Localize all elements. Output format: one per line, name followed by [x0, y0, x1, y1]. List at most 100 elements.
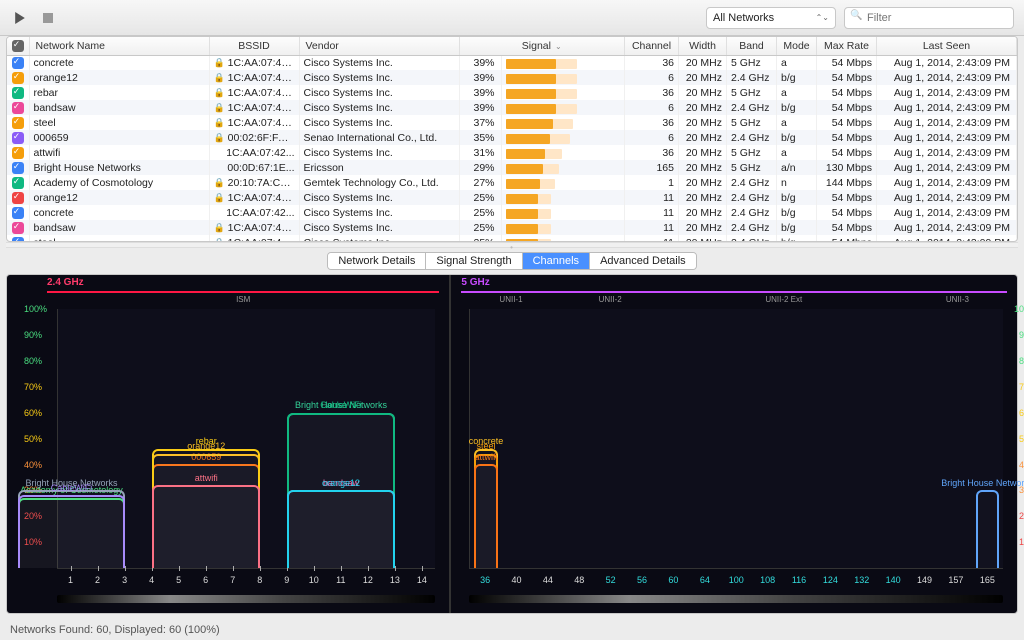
cell-vendor: Cisco Systems Inc.	[299, 190, 459, 205]
cell-signal-bar	[501, 145, 625, 160]
table-row[interactable]: Bright House Networks00:0D:67:1E...Erics…	[7, 160, 1017, 175]
y-tick: 50%	[24, 434, 42, 444]
x-tick: 12	[354, 575, 381, 585]
table-row[interactable]: rebar🔒 1C:AA:07:42...Cisco Systems Inc.3…	[7, 85, 1017, 100]
cell-rate: 54 Mbps	[817, 130, 877, 145]
lock-icon: 🔒	[214, 117, 225, 127]
filter-input[interactable]	[844, 7, 1014, 29]
tab-signal-strength[interactable]: Signal Strength	[426, 253, 522, 269]
cell-mode: a	[777, 85, 817, 100]
cell-signal-pct: 31%	[459, 145, 501, 160]
table-row[interactable]: steel🔒 1C:AA:07:42...Cisco Systems Inc.2…	[7, 235, 1017, 242]
split-gripper[interactable]: •	[6, 242, 1018, 248]
table-row[interactable]: steel🔒 1C:AA:07:42...Cisco Systems Inc.3…	[7, 115, 1017, 130]
network-filter-select[interactable]: All Networks	[706, 7, 836, 29]
row-checkbox[interactable]	[12, 147, 24, 159]
band-line-5	[461, 291, 1007, 293]
col-network-name[interactable]: Network Name	[29, 37, 209, 55]
band-label-5: 5 GHz	[461, 277, 489, 288]
cell-vendor: Ericsson	[299, 160, 459, 175]
row-checkbox[interactable]	[12, 72, 24, 84]
cell-band: 2.4 GHz	[727, 220, 777, 235]
network-label: rebar	[196, 436, 217, 446]
cell-bssid: 🔒 1C:AA:07:42...	[209, 100, 299, 115]
row-checkbox[interactable]	[12, 222, 24, 234]
cell-bssid: 🔒 20:10:7A:CC...	[209, 175, 299, 190]
cell-lastseen: Aug 1, 2014, 2:43:09 PM	[877, 145, 1017, 160]
x-tick: 4	[138, 575, 165, 585]
network-shape[interactable]	[474, 464, 497, 568]
col-mode[interactable]: Mode	[777, 37, 817, 55]
cell-rate: 54 Mbps	[817, 235, 877, 242]
cell-bssid: 🔒 1C:AA:07:42...	[209, 85, 299, 100]
table-row[interactable]: concrete1C:AA:07:42...Cisco Systems Inc.…	[7, 205, 1017, 220]
col-check[interactable]	[7, 37, 29, 55]
col-lastseen[interactable]: Last Seen	[877, 37, 1017, 55]
col-maxrate[interactable]: Max Rate	[817, 37, 877, 55]
cell-signal-bar	[501, 235, 625, 242]
y-tick: 40%	[1019, 460, 1024, 470]
cell-bssid: 00:0D:67:1E...	[209, 160, 299, 175]
sub-unii3: UNII-3	[908, 295, 1007, 304]
table-row[interactable]: 000659🔒 00:02:6F:FA:...Senao Internation…	[7, 130, 1017, 145]
x-tick: 8	[246, 575, 273, 585]
cell-bssid: 🔒 1C:AA:07:42...	[209, 55, 299, 70]
network-shape[interactable]	[976, 490, 999, 568]
y-tick: 20%	[1019, 511, 1024, 521]
col-bssid[interactable]: BSSID	[209, 37, 299, 55]
cell-channel: 6	[625, 70, 679, 85]
col-signal[interactable]: Signal⌄	[459, 37, 625, 55]
row-checkbox[interactable]	[12, 132, 24, 144]
network-shape[interactable]	[152, 485, 260, 568]
cell-rate: 54 Mbps	[817, 100, 877, 115]
network-label: steel	[477, 441, 496, 451]
cell-signal-bar	[501, 55, 625, 70]
play-button[interactable]	[10, 8, 30, 28]
cell-signal-pct: 25%	[459, 235, 501, 242]
cell-bssid: 🔒 1C:AA:07:42...	[209, 220, 299, 235]
cell-lastseen: Aug 1, 2014, 2:43:09 PM	[877, 55, 1017, 70]
table-row[interactable]: Academy of Cosmotology🔒 20:10:7A:CC...Ge…	[7, 175, 1017, 190]
table-row[interactable]: attwifi1C:AA:07:42...Cisco Systems Inc.3…	[7, 145, 1017, 160]
table-row[interactable]: concrete🔒 1C:AA:07:42...Cisco Systems In…	[7, 55, 1017, 70]
cell-width: 20 MHz	[679, 55, 727, 70]
row-checkbox[interactable]	[12, 117, 24, 129]
cell-width: 20 MHz	[679, 130, 727, 145]
col-width[interactable]: Width	[679, 37, 727, 55]
row-checkbox[interactable]	[12, 162, 24, 174]
tab-channels[interactable]: Channels	[523, 253, 590, 269]
row-checkbox[interactable]	[12, 177, 24, 189]
col-channel[interactable]: Channel	[625, 37, 679, 55]
panel-2-4ghz: 2.4 GHz ISM 100%90%80%70%60%50%40%30%20%…	[7, 275, 451, 613]
row-checkbox[interactable]	[12, 87, 24, 99]
stop-button[interactable]	[38, 8, 58, 28]
x-tick: 40	[501, 575, 532, 585]
row-checkbox[interactable]	[12, 57, 24, 69]
table-row[interactable]: bandsaw🔒 1C:AA:07:42...Cisco Systems Inc…	[7, 100, 1017, 115]
cell-signal-bar	[501, 220, 625, 235]
cell-name: Academy of Cosmotology	[29, 175, 209, 190]
cell-band: 5 GHz	[727, 85, 777, 100]
tab-advanced-details[interactable]: Advanced Details	[590, 253, 696, 269]
cell-rate: 54 Mbps	[817, 70, 877, 85]
band-line-24	[47, 291, 439, 293]
x-tick: 64	[689, 575, 720, 585]
plot-5: 100%90%80%70%60%50%40%30%20%10%concretes…	[469, 309, 1003, 569]
row-checkbox[interactable]	[12, 102, 24, 114]
x-tick: 2	[84, 575, 111, 585]
table-row[interactable]: orange12🔒 1C:AA:07:42...Cisco Systems In…	[7, 70, 1017, 85]
row-checkbox[interactable]	[12, 192, 24, 204]
network-filter-value: All Networks	[713, 12, 774, 24]
cell-mode: b/g	[777, 235, 817, 242]
table-row[interactable]: bandsaw🔒 1C:AA:07:42...Cisco Systems Inc…	[7, 220, 1017, 235]
tab-network-details[interactable]: Network Details	[328, 253, 426, 269]
col-vendor[interactable]: Vendor	[299, 37, 459, 55]
network-shape[interactable]	[18, 495, 126, 568]
lock-icon: 🔒	[214, 102, 225, 112]
col-band[interactable]: Band	[727, 37, 777, 55]
row-checkbox[interactable]	[12, 207, 24, 219]
network-shape[interactable]	[287, 490, 395, 568]
cell-lastseen: Aug 1, 2014, 2:43:09 PM	[877, 70, 1017, 85]
cell-signal-bar	[501, 205, 625, 220]
table-row[interactable]: orange12🔒 1C:AA:07:42...Cisco Systems In…	[7, 190, 1017, 205]
